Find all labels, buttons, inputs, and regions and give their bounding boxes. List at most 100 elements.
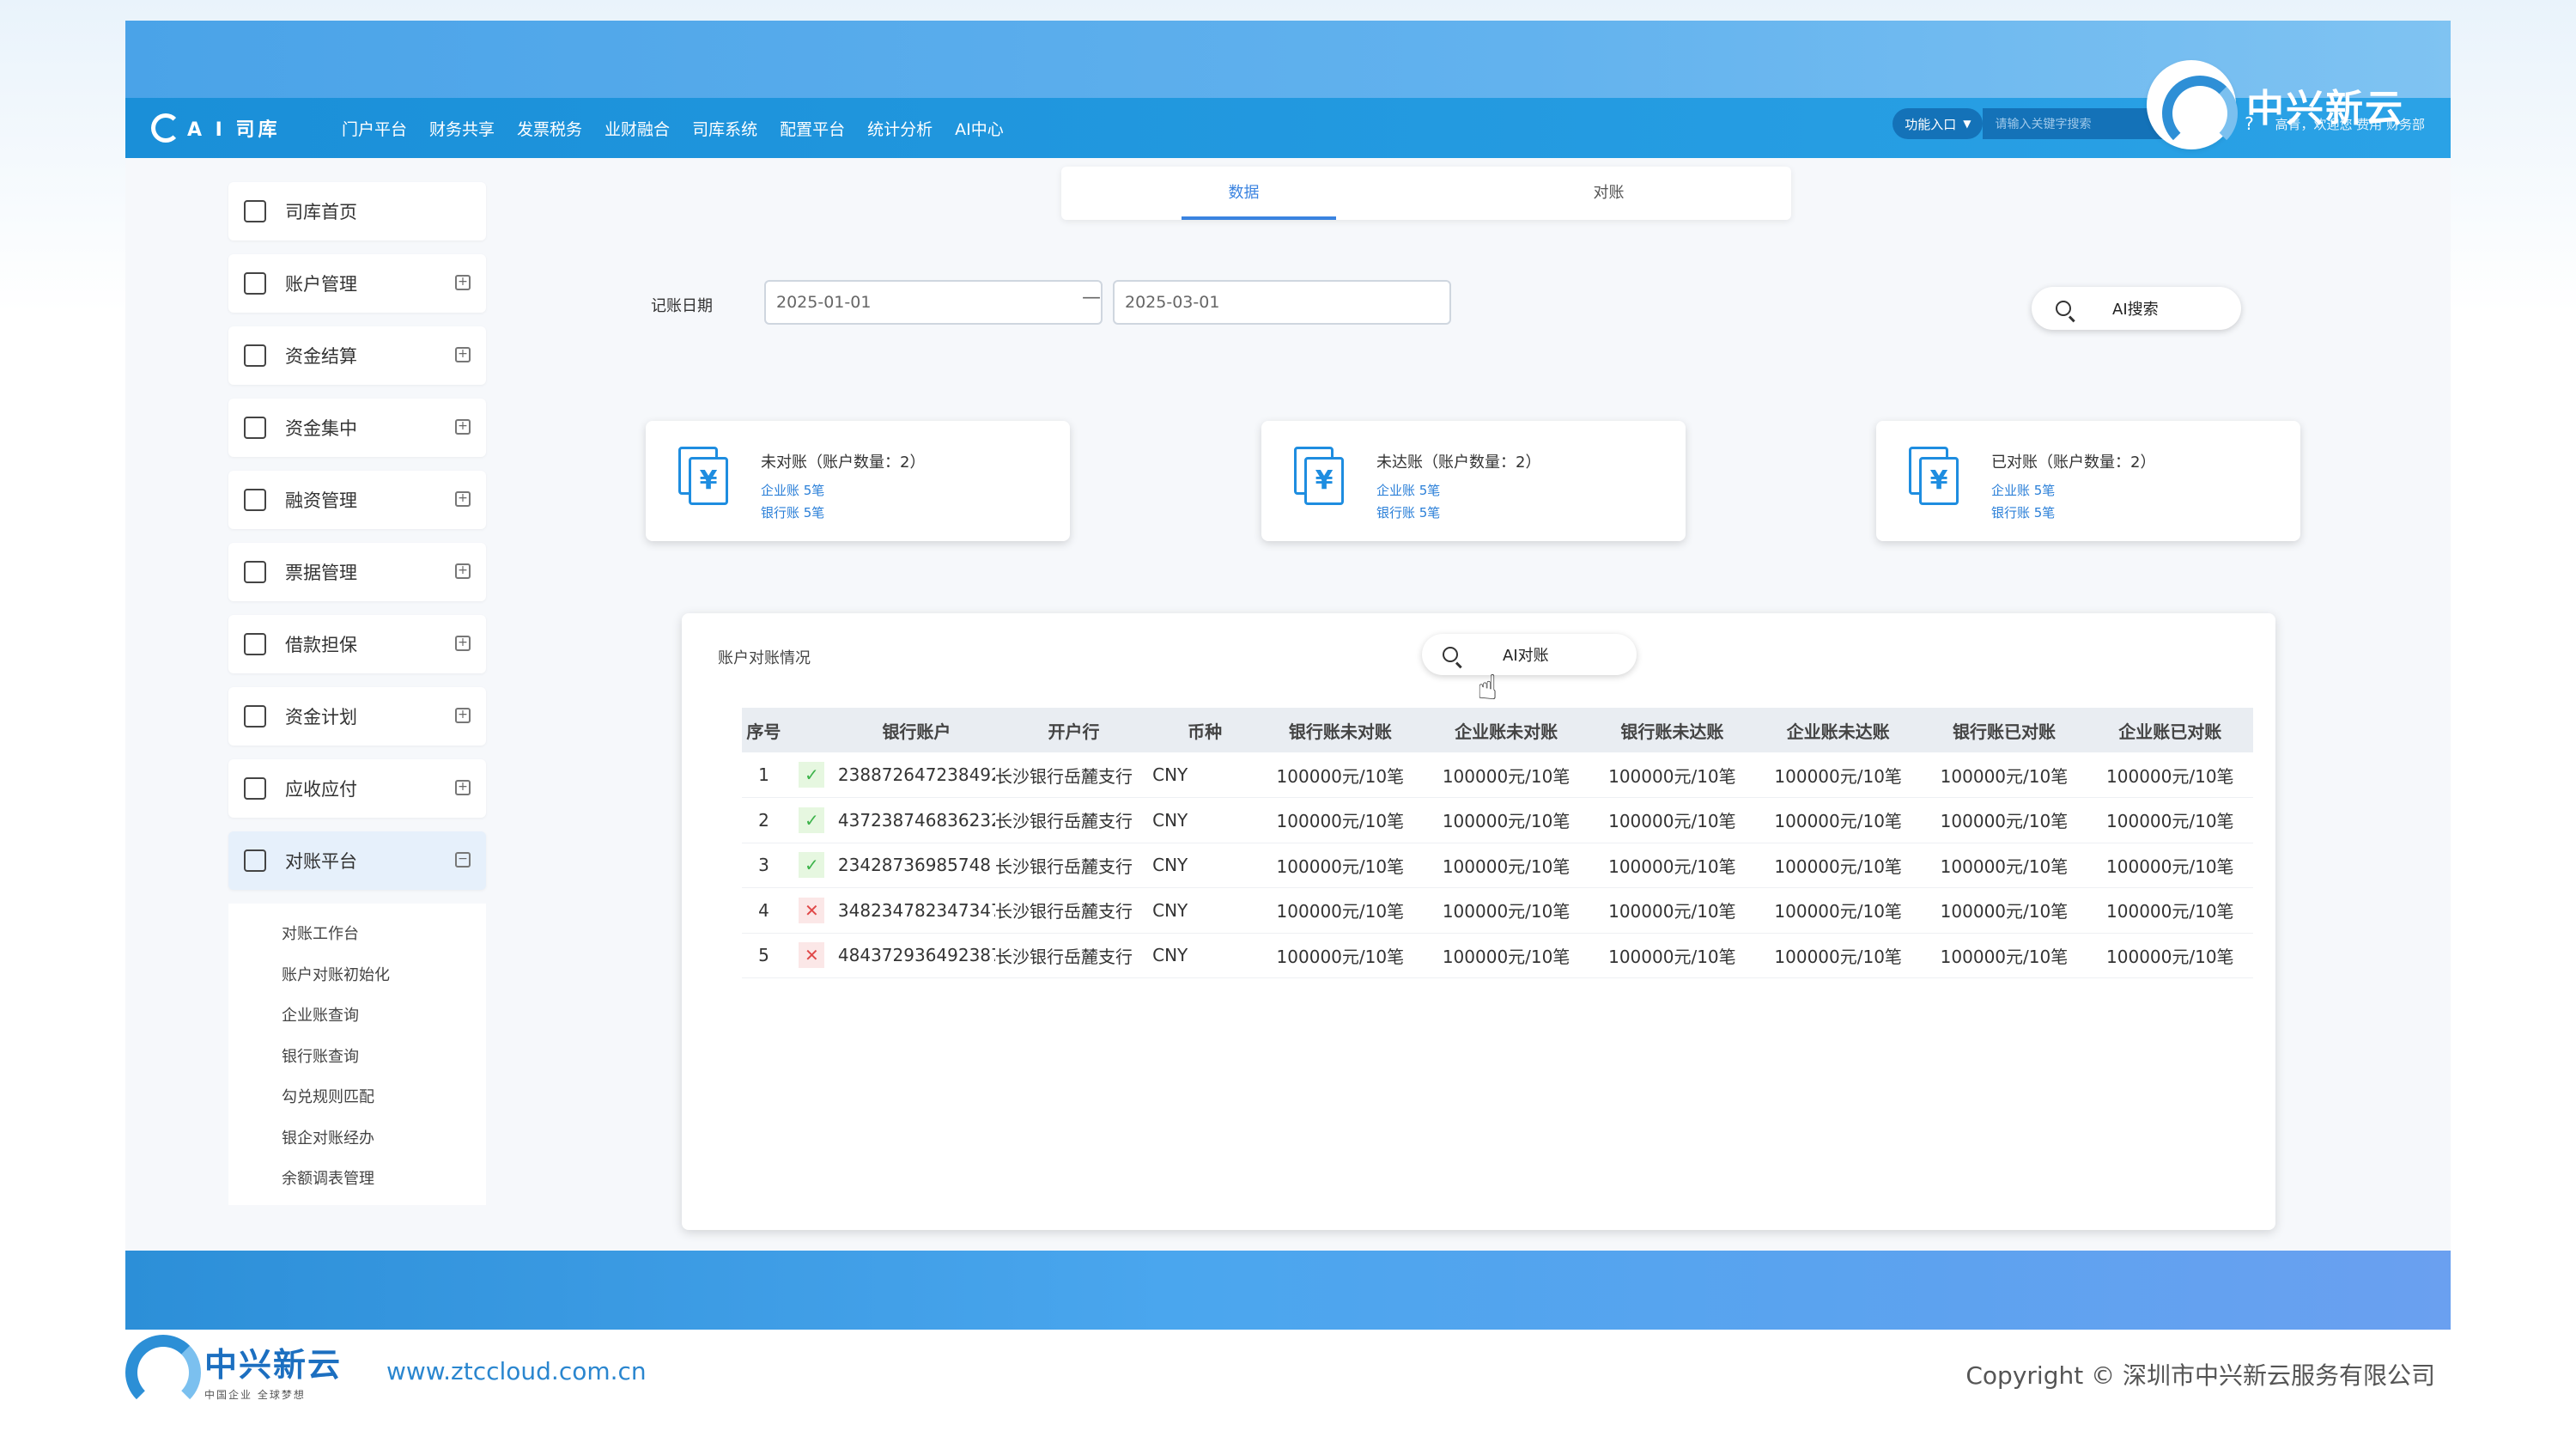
expand-icon[interactable]: + <box>455 275 471 290</box>
table-header-row: 序号 银行账户 开户行 币种 银行账未对账 企业账未对账 银行账未达账 企业账未达账 银行账已对… <box>742 708 2253 752</box>
ai-search-label: AI搜索 <box>2112 301 2159 319</box>
footer-brand-text: 中兴新云 中国企业 全球梦想 <box>204 1338 342 1402</box>
table-row[interactable]: 2 ✓ 437238746836232 长沙银行岳麓支行 CNY 100000元/10笔 1… <box>742 797 2253 843</box>
account-reconcile-panel: 账户对账情况 AI对账 ☝ 序号 银行账户 开户行 币种 银行账未对账 企业账未对账 银行账… <box>682 613 2275 1230</box>
nav-item-6[interactable]: 统计分析 <box>867 117 933 140</box>
sidebar-item-1[interactable]: 账户管理 + <box>228 254 486 313</box>
summary-card-0[interactable]: ¥ 未对账（账户数量：2） 企业账 5笔 银行账 5笔 <box>646 421 1070 541</box>
expand-icon[interactable]: + <box>455 780 471 795</box>
search-icon <box>1443 647 1458 662</box>
table-body: 1 ✓ 238872647238492 长沙银行岳麓支行 CNY 100000元/10笔 1… <box>742 752 2253 978</box>
logo-icon <box>151 113 180 143</box>
sidebar-item-reconcile[interactable]: 对账平台 − <box>228 831 486 890</box>
submenu-item-3[interactable]: 银行账查询 <box>228 1037 486 1078</box>
sidebar-item-8[interactable]: 应收应付 + <box>228 759 486 818</box>
expand-icon[interactable]: + <box>455 491 471 507</box>
summary-card-1[interactable]: ¥ 未达账（账户数量：2） 企业账 5笔 银行账 5笔 <box>1261 421 1686 541</box>
card-enterprise-count[interactable]: 企业账 5笔 <box>761 481 824 499</box>
sidebar-item-7[interactable]: 资金计划 + <box>228 687 486 746</box>
column-header: 银行账户 <box>837 708 995 752</box>
amount-cell: 100000元/10笔 <box>1755 887 1922 934</box>
sidebar-item-5[interactable]: 票据管理 + <box>228 543 486 601</box>
nav-item-3[interactable]: 业财融合 <box>605 117 670 140</box>
card-bank-count[interactable]: 银行账 5笔 <box>1376 503 1440 521</box>
expand-icon[interactable]: + <box>455 563 471 579</box>
opening-bank: 长沙银行岳麓支行 <box>995 752 1153 798</box>
amount-cell: 100000元/10笔 <box>1423 887 1589 934</box>
top-nav-bar: A I 司库 门户平台 财务共享 发票税务 业财融合 司库系统 配置平台 统计分析 AI中心 … <box>125 98 2451 158</box>
brand-cloud-icon <box>122 1331 201 1410</box>
start-date-input[interactable]: 2025-01-01 <box>764 280 1103 325</box>
amount-cell: 100000元/10笔 <box>1755 843 1922 888</box>
submenu-item-6[interactable]: 余额调表管理 <box>228 1159 486 1200</box>
tab-data[interactable]: 数据 <box>1061 167 1426 220</box>
end-date-input[interactable]: 2025-03-01 <box>1113 280 1451 325</box>
expand-icon[interactable]: + <box>455 708 471 723</box>
amount-cell: 100000元/10笔 <box>1589 843 1756 888</box>
collapse-icon[interactable]: − <box>455 852 471 868</box>
expand-icon[interactable]: + <box>455 419 471 435</box>
footer-slogan: 中国企业 全球梦想 <box>204 1389 306 1401</box>
currency: CNY <box>1152 797 1258 843</box>
footer-url[interactable]: www.ztccloud.com.cn <box>386 1357 647 1385</box>
sidebar-item-label: 票据管理 <box>285 563 357 583</box>
submenu-item-0[interactable]: 对账工作台 <box>228 914 486 955</box>
doc-front-shape: ¥ <box>1304 457 1344 505</box>
amount-cell: 100000元/10笔 <box>1423 843 1589 888</box>
nav-item-4[interactable]: 司库系统 <box>692 117 757 140</box>
submenu-item-1[interactable]: 账户对账初始化 <box>228 955 486 996</box>
table-row[interactable]: 1 ✓ 238872647238492 长沙银行岳麓支行 CNY 100000元/10笔 1… <box>742 752 2253 798</box>
sidebar-item-0[interactable]: 司库首页 <box>228 182 486 240</box>
sidebar-item-label: 借款担保 <box>285 635 357 655</box>
function-entry-dropdown[interactable]: 功能入口 ▼ <box>1893 108 1984 139</box>
card-bank-count[interactable]: 银行账 5笔 <box>761 503 824 521</box>
brand-cloud-icon <box>2147 60 2238 151</box>
ai-reconcile-label: AI对账 <box>1503 647 1549 665</box>
card-enterprise-count[interactable]: 企业账 5笔 <box>1376 481 1440 499</box>
function-entry-label: 功能入口 <box>1905 116 1957 132</box>
row-status: ✓ <box>785 752 838 798</box>
app-logo[interactable]: A I 司库 <box>151 113 323 143</box>
sidebar-item-3[interactable]: 资金集中 + <box>228 399 486 457</box>
nav-item-2[interactable]: 发票税务 <box>517 117 582 140</box>
table-row[interactable]: 3 ✓ 23428736985748 长沙银行岳麓支行 CNY 100000元/10笔 10… <box>742 843 2253 888</box>
ai-search-button[interactable]: AI搜索 <box>2032 287 2241 330</box>
footer-copyright: Copyright © 深圳市中兴新云服务有限公司 <box>1965 1361 2435 1390</box>
opening-bank: 长沙银行岳麓支行 <box>995 843 1153 888</box>
submenu-item-5[interactable]: 银企对账经办 <box>228 1118 486 1160</box>
card-enterprise-count[interactable]: 企业账 5笔 <box>1991 481 2055 499</box>
nav-item-1[interactable]: 财务共享 <box>429 117 495 140</box>
row-status: ✕ <box>785 933 838 978</box>
table-row[interactable]: 4 ✕ 348234782347347 长沙银行岳麓支行 CNY 100000元/10笔 1… <box>742 887 2253 934</box>
hand-cursor-icon: ☝ <box>1477 668 1498 708</box>
amount-cell: 100000元/10笔 <box>1423 797 1589 843</box>
column-header: 银行账已对账 <box>1921 708 2087 752</box>
expand-icon[interactable]: + <box>455 347 471 362</box>
table-row[interactable]: 5 ✕ 484372936492387 长沙银行岳麓支行 CNY 100000元/10笔 1… <box>742 933 2253 978</box>
card-bank-count[interactable]: 银行账 5笔 <box>1991 503 2055 521</box>
opening-bank: 长沙银行岳麓支行 <box>995 887 1153 934</box>
panel-title: 账户对账情况 <box>718 649 811 667</box>
yuan-document-icon: ¥ <box>1294 447 1352 515</box>
amount-cell: 100000元/10笔 <box>1589 752 1756 798</box>
ai-reconcile-button[interactable]: AI对账 <box>1422 634 1637 675</box>
sidebar-item-4[interactable]: 融资管理 + <box>228 471 486 529</box>
card-title: 未对账（账户数量：2） <box>761 454 926 472</box>
nav-item-0[interactable]: 门户平台 <box>342 117 407 140</box>
submenu-item-4[interactable]: 勾兑规则匹配 <box>228 1077 486 1118</box>
amount-cell: 100000元/10笔 <box>1257 797 1424 843</box>
nav-item-7[interactable]: AI中心 <box>955 117 1004 140</box>
financing-icon <box>244 489 266 511</box>
tab-reconcile[interactable]: 对账 <box>1426 167 1791 220</box>
nav-item-5[interactable]: 配置平台 <box>780 117 845 140</box>
sidebar-item-2[interactable]: 资金结算 + <box>228 326 486 385</box>
expand-icon[interactable]: + <box>455 636 471 651</box>
currency: CNY <box>1152 752 1258 798</box>
bank-account: 23428736985748 <box>837 843 995 888</box>
sidebar-item-6[interactable]: 借款担保 + <box>228 615 486 673</box>
summary-card-2[interactable]: ¥ 已对账（账户数量：2） 企业账 5笔 银行账 5笔 <box>1876 421 2300 541</box>
submenu-item-2[interactable]: 企业账查询 <box>228 995 486 1037</box>
column-header: 币种 <box>1152 708 1258 752</box>
cross-icon: ✕ <box>799 942 825 969</box>
amount-cell: 100000元/10笔 <box>1423 933 1589 978</box>
